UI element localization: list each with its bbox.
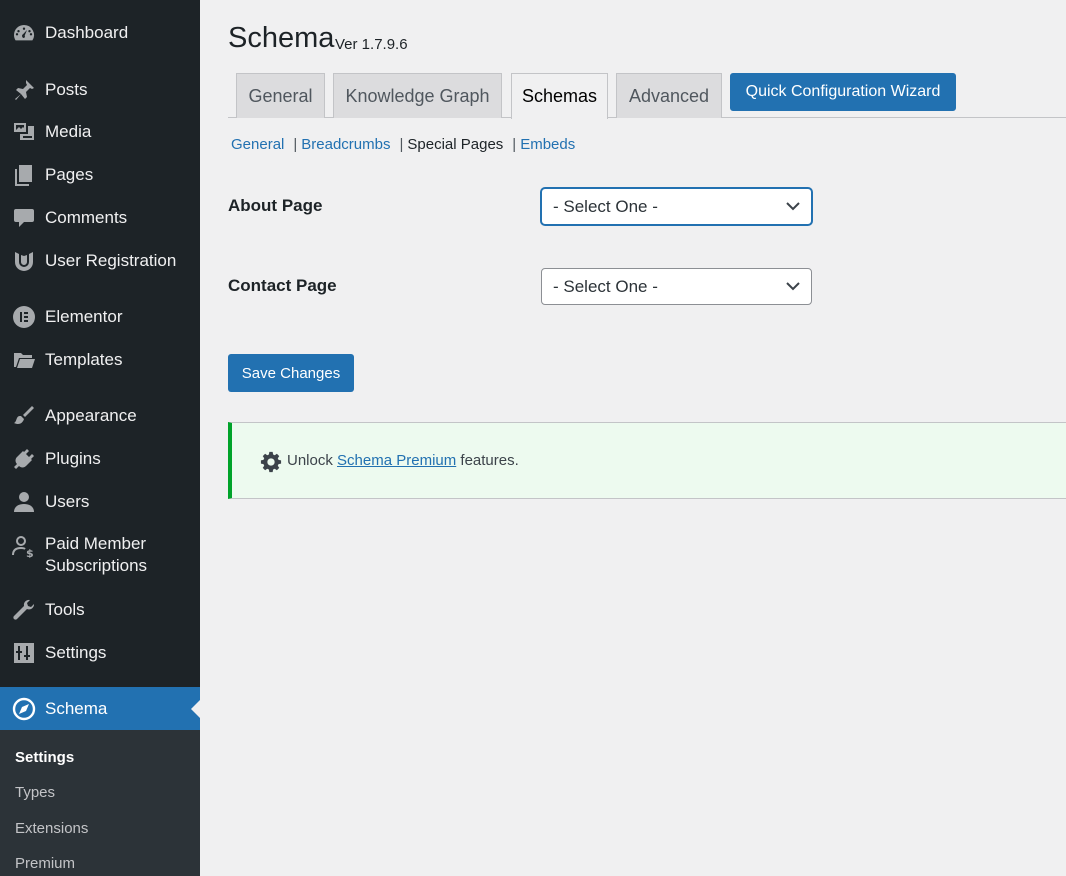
active-indicator <box>191 700 200 718</box>
sidebar-item-elementor[interactable]: Elementor <box>0 305 200 329</box>
pin-icon <box>0 78 45 102</box>
sidebar-item-user-registration[interactable]: User Registration <box>0 249 200 273</box>
page-title: Schema <box>228 22 335 54</box>
quick-configuration-wizard-button[interactable]: Quick Configuration Wizard <box>730 73 956 111</box>
sidebar-item-label: Appearance <box>45 406 137 425</box>
sidebar-item-appearance[interactable]: Appearance <box>0 404 200 428</box>
version-label: Ver 1.7.9.6 <box>335 36 408 53</box>
sidebar-item-label: Posts <box>45 80 88 99</box>
submenu-item-types[interactable]: Types <box>15 784 55 801</box>
sidebar-item-label: Plugins <box>45 449 101 468</box>
submenu-item-extensions[interactable]: Extensions <box>15 820 88 837</box>
sidebar-item-settings[interactable]: Settings <box>0 641 200 665</box>
sidebar-item-posts[interactable]: Posts <box>0 78 200 102</box>
sidebar-item-label: Dashboard <box>45 23 129 42</box>
wrench-icon <box>0 598 45 622</box>
submenu-item-settings[interactable]: Settings <box>15 749 74 766</box>
sidebar-item-templates[interactable]: Templates <box>0 348 200 372</box>
subsection-nav: General | Breadcrumbs | Special Pages | … <box>231 136 575 153</box>
notice-text: Unlock Schema Premium features. <box>287 452 519 469</box>
sidebar-item-dashboard[interactable]: Dashboard <box>0 21 200 45</box>
sliders-icon <box>0 641 45 665</box>
svg-text:$: $ <box>26 547 34 558</box>
sidebar-item-label: Comments <box>45 208 128 227</box>
contact-page-select-value: - Select One - <box>553 276 658 296</box>
tab-general[interactable]: General <box>236 73 325 118</box>
brush-icon <box>0 404 45 428</box>
elementor-icon <box>0 305 45 329</box>
media-icon <box>0 120 45 144</box>
pages-icon <box>0 163 45 187</box>
contact-page-select[interactable]: - Select One - <box>541 268 812 305</box>
tab-knowledge-graph[interactable]: Knowledge Graph <box>333 73 502 118</box>
subnav-link-general[interactable]: General <box>231 136 284 153</box>
sidebar-item-label: User Registration <box>45 251 177 270</box>
sidebar-item-tools[interactable]: Tools <box>0 598 200 622</box>
comment-icon <box>0 206 45 230</box>
sidebar-item-label-line2: Subscriptions <box>45 556 148 575</box>
schema-submenu: Settings Types Extensions Premium <box>0 730 200 876</box>
schema-premium-link[interactable]: Schema Premium <box>337 452 456 469</box>
sidebar-item-comments[interactable]: Comments <box>0 206 200 230</box>
paid-member-icon: $ <box>0 533 45 558</box>
sidebar-item-label: Settings <box>45 643 107 662</box>
tab-advanced[interactable]: Advanced <box>616 73 722 118</box>
save-changes-button[interactable]: Save Changes <box>228 354 354 392</box>
subnav-separator: | <box>399 136 404 153</box>
notice-suffix: features. <box>460 452 519 469</box>
about-page-label: About Page <box>228 196 323 215</box>
plug-icon <box>0 447 45 471</box>
sidebar-item-label: Schema <box>45 698 108 718</box>
sidebar-item-label: Pages <box>45 165 94 184</box>
subnav-separator: | <box>293 136 298 153</box>
sidebar-item-label-line1: Paid Member <box>45 534 147 553</box>
sidebar-item-paid-member-subscriptions[interactable]: $ Paid Member Subscriptions <box>0 533 200 577</box>
admin-sidebar: Dashboard Posts Media Pages Comments Use… <box>0 0 200 876</box>
sidebar-item-label: Media <box>45 122 92 141</box>
gear-icon <box>260 451 282 473</box>
notice-prefix: Unlock <box>287 452 333 469</box>
user-registration-icon <box>0 249 45 273</box>
compass-icon <box>0 697 45 721</box>
sidebar-item-pages[interactable]: Pages <box>0 163 200 187</box>
sidebar-item-label: Elementor <box>45 307 123 326</box>
tab-schemas[interactable]: Schemas <box>511 73 608 119</box>
subnav-separator: | <box>512 136 517 153</box>
about-page-select-value: - Select One - <box>553 196 658 216</box>
about-page-select[interactable]: - Select One - <box>541 188 812 225</box>
sidebar-item-label: Templates <box>45 350 123 369</box>
folder-icon <box>0 348 45 372</box>
sidebar-item-label: Paid Member Subscriptions <box>45 533 147 577</box>
dashboard-icon <box>0 21 45 45</box>
submenu-item-premium[interactable]: Premium <box>15 855 75 872</box>
chevron-down-icon <box>786 202 800 211</box>
sidebar-item-label: Users <box>45 492 90 511</box>
subnav-link-embeds[interactable]: Embeds <box>520 136 575 153</box>
sidebar-item-media[interactable]: Media <box>0 120 200 144</box>
sidebar-item-users[interactable]: Users <box>0 490 200 514</box>
subnav-link-special-pages: Special Pages <box>407 136 504 153</box>
premium-notice: Unlock Schema Premium features. <box>228 422 1066 499</box>
contact-page-label: Contact Page <box>228 276 337 295</box>
sidebar-item-plugins[interactable]: Plugins <box>0 447 200 471</box>
user-icon <box>0 490 45 514</box>
subnav-link-breadcrumbs[interactable]: Breadcrumbs <box>301 136 390 153</box>
sidebar-item-label: Tools <box>45 600 85 619</box>
sidebar-item-schema[interactable]: Schema <box>0 687 200 730</box>
chevron-down-icon <box>786 282 800 291</box>
